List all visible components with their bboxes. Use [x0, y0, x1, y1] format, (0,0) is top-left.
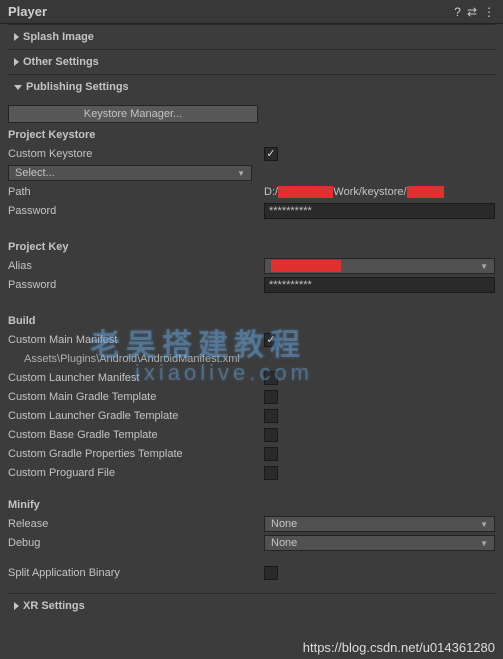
- custom-gradle-props-label: Custom Gradle Properties Template: [8, 448, 264, 460]
- alias-dropdown[interactable]: xxxxxxxxxxxx ▼: [264, 258, 495, 274]
- password-label: Password: [8, 279, 264, 291]
- project-key-header: Project Key: [8, 241, 495, 253]
- custom-launcher-manifest-row: Custom Launcher Manifest: [8, 369, 495, 387]
- custom-main-gradle-checkbox[interactable]: [264, 390, 278, 404]
- header-toolbar: ? ⇄ ⋮: [454, 5, 495, 19]
- player-settings-content: Splash Image Other Settings Publishing S…: [0, 24, 503, 626]
- manifest-path-row: Assets\Plugins\Android\AndroidManifest.x…: [8, 350, 495, 368]
- custom-launcher-gradle-label: Custom Launcher Gradle Template: [8, 410, 264, 422]
- footer-url: https://blog.csdn.net/u014361280: [303, 640, 495, 655]
- keystore-password-input[interactable]: [264, 203, 495, 219]
- manifest-path: Assets\Plugins\Android\AndroidManifest.x…: [8, 353, 240, 365]
- collapse-icon: [14, 85, 22, 90]
- custom-proguard-row: Custom Proguard File: [8, 464, 495, 482]
- custom-gradle-props-checkbox[interactable]: [264, 447, 278, 461]
- expand-icon: [14, 602, 19, 610]
- custom-launcher-gradle-row: Custom Launcher Gradle Template: [8, 407, 495, 425]
- custom-main-manifest-label: Custom Main Manifest: [8, 334, 264, 346]
- redacted-text: xxxxxx: [407, 186, 444, 198]
- expand-icon: [14, 58, 19, 66]
- release-dropdown[interactable]: None ▼: [264, 516, 495, 532]
- section-other-settings[interactable]: Other Settings: [8, 49, 495, 74]
- publishing-settings-body: Keystore Manager... Project Keystore Cus…: [8, 99, 495, 593]
- menu-icon[interactable]: ⋮: [483, 5, 495, 19]
- chevron-down-icon: ▼: [480, 262, 488, 271]
- key-password-row: Password: [8, 276, 495, 294]
- custom-launcher-gradle-checkbox[interactable]: [264, 409, 278, 423]
- path-value: D:/XXXXXXXWork/keystore/xxxxxx: [264, 186, 495, 198]
- keystore-path-row: Path D:/XXXXXXXWork/keystore/xxxxxx: [8, 183, 495, 201]
- dropdown-value: None: [271, 537, 297, 549]
- custom-main-manifest-checkbox[interactable]: [264, 333, 278, 347]
- path-label: Path: [8, 186, 264, 198]
- redacted-text: XXXXXXX: [278, 186, 333, 198]
- minify-release-row: Release None ▼: [8, 515, 495, 533]
- keystore-manager-button[interactable]: Keystore Manager...: [8, 105, 258, 123]
- expand-icon: [14, 33, 19, 41]
- build-header: Build: [8, 315, 495, 327]
- keystore-select-dropdown[interactable]: Select... ▼: [8, 165, 252, 181]
- dropdown-value: Select...: [15, 167, 55, 179]
- chevron-down-icon: ▼: [480, 539, 488, 548]
- section-title: Splash Image: [23, 31, 94, 43]
- password-label: Password: [8, 205, 264, 217]
- redacted-text: xxxxxxxxxxxx: [271, 260, 341, 272]
- custom-keystore-row: Custom Keystore: [8, 145, 495, 163]
- split-binary-row: Split Application Binary: [8, 564, 495, 582]
- section-title: Publishing Settings: [26, 81, 129, 93]
- custom-base-gradle-checkbox[interactable]: [264, 428, 278, 442]
- dropdown-value: None: [271, 518, 297, 530]
- minify-header: Minify: [8, 499, 495, 511]
- chevron-down-icon: ▼: [237, 169, 245, 178]
- minify-debug-row: Debug None ▼: [8, 534, 495, 552]
- keystore-password-row: Password: [8, 202, 495, 220]
- section-title: XR Settings: [23, 600, 85, 612]
- custom-proguard-checkbox[interactable]: [264, 466, 278, 480]
- custom-base-gradle-row: Custom Base Gradle Template: [8, 426, 495, 444]
- keystore-select-row: Select... ▼: [8, 164, 495, 182]
- section-title: Other Settings: [23, 56, 99, 68]
- section-splash-image[interactable]: Splash Image: [8, 24, 495, 49]
- inspector-header: Player ? ⇄ ⋮: [0, 0, 503, 24]
- custom-launcher-manifest-label: Custom Launcher Manifest: [8, 372, 264, 384]
- section-publishing-settings[interactable]: Publishing Settings: [8, 74, 495, 99]
- debug-label: Debug: [8, 537, 264, 549]
- help-icon[interactable]: ?: [454, 5, 461, 19]
- split-binary-checkbox[interactable]: [264, 566, 278, 580]
- custom-keystore-checkbox[interactable]: [264, 147, 278, 161]
- custom-main-gradle-row: Custom Main Gradle Template: [8, 388, 495, 406]
- key-password-input[interactable]: [264, 277, 495, 293]
- panel-title: Player: [8, 4, 47, 19]
- section-xr-settings[interactable]: XR Settings: [8, 593, 495, 618]
- release-label: Release: [8, 518, 264, 530]
- alias-row: Alias xxxxxxxxxxxx ▼: [8, 257, 495, 275]
- custom-proguard-label: Custom Proguard File: [8, 467, 264, 479]
- presets-icon[interactable]: ⇄: [467, 5, 477, 19]
- custom-main-manifest-row: Custom Main Manifest: [8, 331, 495, 349]
- custom-launcher-manifest-checkbox[interactable]: [264, 371, 278, 385]
- project-keystore-header: Project Keystore: [8, 129, 495, 141]
- alias-label: Alias: [8, 260, 264, 272]
- chevron-down-icon: ▼: [480, 520, 488, 529]
- custom-main-gradle-label: Custom Main Gradle Template: [8, 391, 264, 403]
- custom-keystore-label: Custom Keystore: [8, 148, 264, 160]
- split-binary-label: Split Application Binary: [8, 567, 264, 579]
- debug-dropdown[interactable]: None ▼: [264, 535, 495, 551]
- custom-base-gradle-label: Custom Base Gradle Template: [8, 429, 264, 441]
- custom-gradle-props-row: Custom Gradle Properties Template: [8, 445, 495, 463]
